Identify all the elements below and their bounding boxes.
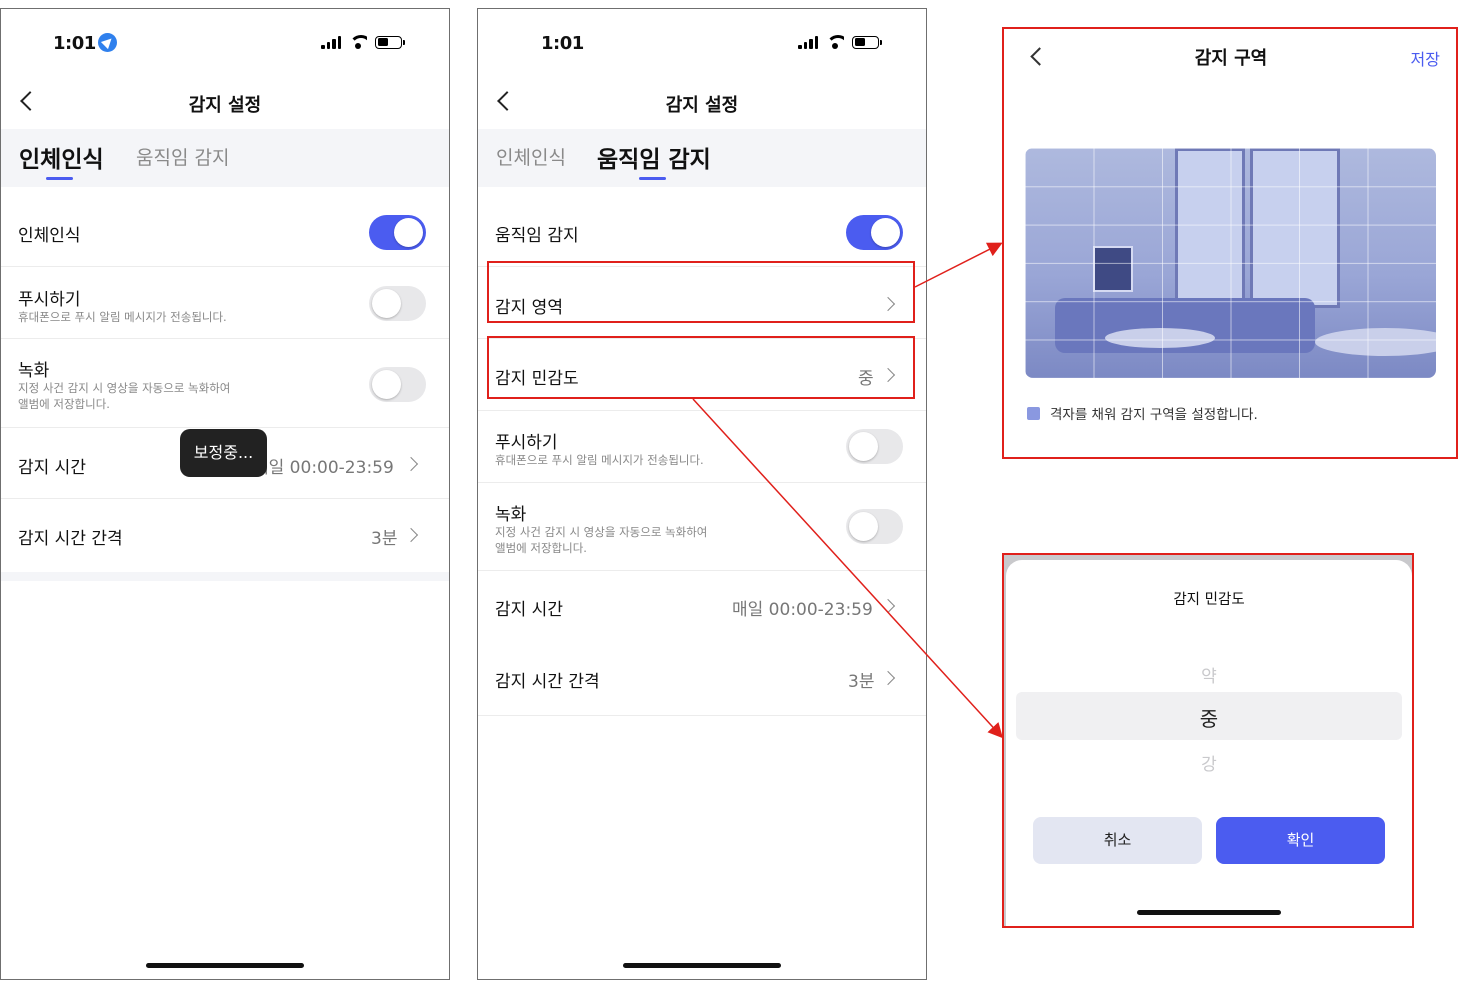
nav-bar: 감지 설정 (478, 77, 926, 129)
row-subtitle: 휴대폰으로 푸시 알림 메시지가 전송됩니다. (495, 453, 704, 467)
row-subtitle-line2: 앨범에 저장합니다. (18, 397, 110, 411)
row-title: 녹화 (495, 505, 527, 525)
arrow-to-zone-panel (914, 242, 1003, 288)
record-toggle[interactable] (369, 367, 426, 402)
row-human-detection: 인체인식 (1, 195, 449, 267)
row-title: 녹화 (18, 361, 50, 381)
status-time: 1:01 (53, 33, 117, 54)
row-record: 녹화 지정 사건 감지 시 영상을 자동으로 녹화하여 앨범에 저장합니다. (1, 339, 449, 428)
section-divider (1, 572, 449, 581)
status-icons (321, 35, 405, 49)
signal-icon (321, 35, 341, 49)
motion-detection-toggle[interactable] (846, 215, 903, 250)
status-icons (798, 35, 882, 49)
highlight-sensitivity-panel (1002, 553, 1414, 928)
tab-human-detection[interactable]: 인체인식 (19, 140, 104, 174)
row-subtitle: 휴대폰으로 푸시 알림 메시지가 전송됩니다. (18, 310, 227, 324)
tab-bar: 인체인식 움직임 감지 (1, 129, 449, 187)
chevron-right-icon (880, 670, 896, 686)
nav-bar: 감지 설정 (1, 77, 449, 129)
settings-list: 인체인식 푸시하기 휴대폰으로 푸시 알림 메시지가 전송됩니다. 녹화 지정 … (1, 195, 449, 573)
wifi-icon (349, 35, 367, 49)
toast-message: 보정중... (180, 429, 267, 477)
row-subtitle-line2: 앨범에 저장합니다. (495, 541, 587, 555)
battery-icon (852, 35, 882, 49)
row-push: 푸시하기 휴대폰으로 푸시 알림 메시지가 전송됩니다. (478, 411, 926, 483)
row-motion-detection: 움직임 감지 (478, 195, 926, 267)
row-record: 녹화 지정 사건 감지 시 영상을 자동으로 녹화하여 앨범에 저장합니다. (478, 483, 926, 571)
wifi-icon (826, 35, 844, 49)
row-title: 움직임 감지 (495, 226, 579, 246)
page-title: 감지 설정 (665, 95, 739, 116)
tab-motion-detection[interactable]: 움직임 감지 (597, 140, 711, 174)
chevron-right-icon (403, 456, 419, 472)
phone-screen-motion-detection: 1:01 감지 설정 인체인식 움직임 감지 움직임 감지 감지 영역 감지 민… (477, 8, 927, 980)
push-toggle[interactable] (369, 286, 426, 321)
battery-icon (375, 35, 405, 49)
detection-time-value: 매일 00:00-23:59 (253, 458, 394, 478)
row-title: 감지 시간 간격 (495, 672, 600, 692)
row-detection-interval[interactable]: 감지 시간 간격 3분 (1, 499, 449, 573)
chevron-right-icon (880, 598, 896, 614)
status-time: 1:01 (541, 33, 584, 54)
row-detection-time[interactable]: 감지 시간 매일 00:00-23:59 (478, 571, 926, 643)
phone-screen-human-detection: 1:01 감지 설정 인체인식 움직임 감지 인체인식 푸시하기 휴대폰으로 푸… (0, 8, 450, 980)
status-bar: 1:01 (478, 9, 926, 77)
human-detection-toggle[interactable] (369, 215, 426, 250)
active-tab-indicator (639, 177, 666, 180)
row-subtitle-line1: 지정 사건 감지 시 영상을 자동으로 녹화하여 (495, 525, 708, 539)
row-subtitle-line1: 지정 사건 감지 시 영상을 자동으로 녹화하여 (18, 381, 231, 395)
tab-human-detection[interactable]: 인체인식 (496, 143, 566, 170)
row-title: 감지 시간 간격 (18, 529, 123, 549)
highlight-sensitivity (487, 336, 915, 399)
row-detection-interval[interactable]: 감지 시간 간격 3분 (478, 643, 926, 716)
row-title: 푸시하기 (495, 433, 558, 453)
highlight-detection-area (487, 261, 915, 323)
highlight-zone-panel (1002, 27, 1458, 459)
row-title: 감지 시간 (18, 458, 86, 478)
page-title: 감지 설정 (188, 95, 262, 116)
active-tab-indicator (46, 177, 73, 180)
row-title: 푸시하기 (18, 290, 81, 310)
row-title: 감지 시간 (495, 600, 563, 620)
chevron-right-icon (403, 527, 419, 543)
tab-motion-detection[interactable]: 움직임 감지 (136, 143, 229, 170)
home-indicator[interactable] (623, 963, 781, 968)
interval-value: 3분 (848, 672, 875, 692)
interval-value: 3분 (371, 529, 398, 549)
location-arrow-icon (97, 33, 117, 52)
row-push: 푸시하기 휴대폰으로 푸시 알림 메시지가 전송됩니다. (1, 267, 449, 339)
signal-icon (798, 35, 818, 49)
push-toggle[interactable] (846, 429, 903, 464)
tab-bar: 인체인식 움직임 감지 (478, 129, 926, 187)
record-toggle[interactable] (846, 509, 903, 544)
detection-time-value: 매일 00:00-23:59 (732, 600, 873, 620)
status-bar: 1:01 (1, 9, 449, 77)
home-indicator[interactable] (146, 963, 304, 968)
row-title: 인체인식 (18, 226, 81, 246)
